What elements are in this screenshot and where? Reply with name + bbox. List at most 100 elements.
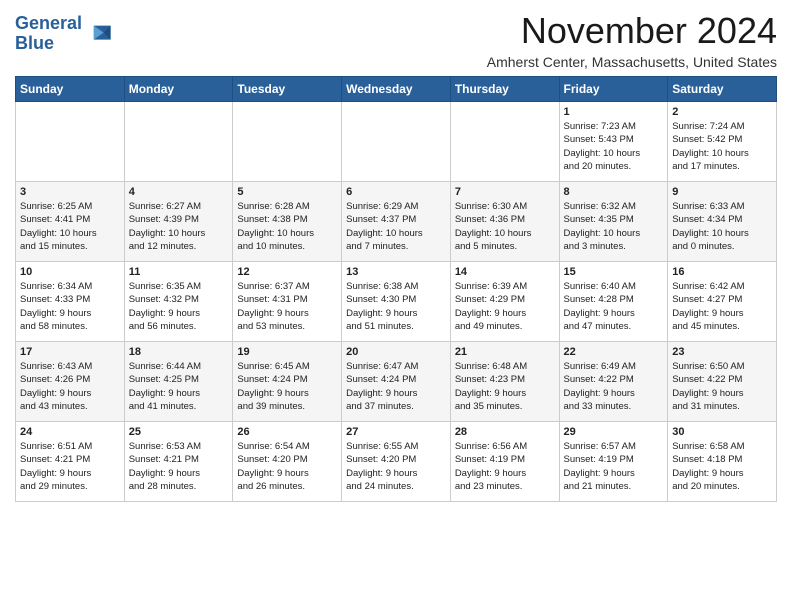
calendar-cell: 6Sunrise: 6:29 AM Sunset: 4:37 PM Daylig… [342, 182, 451, 262]
day-number: 15 [564, 266, 664, 278]
day-info: Sunrise: 6:54 AM Sunset: 4:20 PM Dayligh… [237, 440, 337, 493]
day-number: 9 [672, 186, 772, 198]
calendar-cell: 27 Sunrise: 6:55 AM Sunset: 4:20 PM Dayli… [342, 422, 451, 502]
day-info: Sunrise: 6:47 AM Sunset: 4:24 PM Dayligh… [346, 360, 446, 413]
day-number: 22 [564, 346, 664, 358]
calendar-week-row: 3 Sunrise: 6:25 AM Sunset: 4:41 PM Daylig… [16, 182, 777, 262]
calendar-cell: 15 Sunrise: 6:40 AM Sunset: 4:28 PM Dayli… [559, 262, 668, 342]
day-info: Sunrise: 6:56 AM Sunset: 4:19 PM Dayligh… [455, 440, 555, 493]
day-info: Sunrise: 6:51 AM Sunset: 4:21 PM Dayligh… [20, 440, 120, 493]
day-info: Sunrise: 6:40 AM Sunset: 4:28 PM Dayligh… [564, 280, 664, 333]
day-number: 10 [20, 266, 120, 278]
day-number: 8 [564, 186, 664, 198]
day-number: 14 [455, 266, 555, 278]
weekday-header: Sunday [16, 77, 125, 102]
day-info: Sunrise: 6:57 AM Sunset: 4:19 PM Dayligh… [564, 440, 664, 493]
logo-icon [84, 20, 112, 48]
day-info: Sunrise: 6:28 AM Sunset: 4:38 PM Dayligh… [237, 200, 337, 253]
day-info: Sunrise: 6:48 AM Sunset: 4:23 PM Dayligh… [455, 360, 555, 413]
calendar-cell: 16 Sunrise: 6:42 AM Sunset: 4:27 PM Dayli… [668, 262, 777, 342]
location: Amherst Center, Massachusetts, United St… [487, 54, 777, 70]
calendar-cell: 2 Sunrise: 7:24 AM Sunset: 5:42 PM Daylig… [668, 102, 777, 182]
calendar-cell [16, 102, 125, 182]
day-info: Sunrise: 6:33 AM Sunset: 4:34 PM Dayligh… [672, 200, 772, 253]
calendar-cell: 19Sunrise: 6:45 AM Sunset: 4:24 PM Dayli… [233, 342, 342, 422]
title-block: November 2024 Amherst Center, Massachuse… [487, 10, 777, 70]
weekday-header: Monday [124, 77, 233, 102]
day-info: Sunrise: 6:29 AM Sunset: 4:37 PM Dayligh… [346, 200, 446, 253]
day-info: Sunrise: 6:55 AM Sunset: 4:20 PM Dayligh… [346, 440, 446, 493]
day-info: Sunrise: 6:32 AM Sunset: 4:35 PM Dayligh… [564, 200, 664, 253]
calendar-cell: 8 Sunrise: 6:32 AM Sunset: 4:35 PM Daylig… [559, 182, 668, 262]
weekday-header: Thursday [450, 77, 559, 102]
day-info: Sunrise: 6:44 AM Sunset: 4:25 PM Dayligh… [129, 360, 229, 413]
day-number: 3 [20, 186, 120, 198]
calendar-cell: 3 Sunrise: 6:25 AM Sunset: 4:41 PM Daylig… [16, 182, 125, 262]
day-info: Sunrise: 7:23 AM Sunset: 5:43 PM Dayligh… [564, 120, 664, 173]
calendar-cell: 1 Sunrise: 7:23 AM Sunset: 5:43 PM Daylig… [559, 102, 668, 182]
logo-text: GeneralBlue [15, 14, 82, 54]
calendar-cell: 12Sunrise: 6:37 AM Sunset: 4:31 PM Dayli… [233, 262, 342, 342]
day-number: 24 [20, 426, 120, 438]
calendar-cell: 11 Sunrise: 6:35 AM Sunset: 4:32 PM Dayli… [124, 262, 233, 342]
calendar-week-row: 1 Sunrise: 7:23 AM Sunset: 5:43 PM Daylig… [16, 102, 777, 182]
day-number: 11 [129, 266, 229, 278]
calendar-cell: 30 Sunrise: 6:58 AM Sunset: 4:18 PM Dayli… [668, 422, 777, 502]
day-info: Sunrise: 6:34 AM Sunset: 4:33 PM Dayligh… [20, 280, 120, 333]
day-info: Sunrise: 6:27 AM Sunset: 4:39 PM Dayligh… [129, 200, 229, 253]
calendar-cell [342, 102, 451, 182]
weekday-header: Tuesday [233, 77, 342, 102]
calendar-cell [124, 102, 233, 182]
calendar-cell: 21 Sunrise: 6:48 AM Sunset: 4:23 PM Dayli… [450, 342, 559, 422]
day-info: Sunrise: 6:38 AM Sunset: 4:30 PM Dayligh… [346, 280, 446, 333]
day-number: 17 [20, 346, 120, 358]
day-info: Sunrise: 6:35 AM Sunset: 4:32 PM Dayligh… [129, 280, 229, 333]
calendar-body: 1 Sunrise: 7:23 AM Sunset: 5:43 PM Daylig… [16, 102, 777, 502]
day-info: Sunrise: 6:50 AM Sunset: 4:22 PM Dayligh… [672, 360, 772, 413]
day-number: 26 [237, 426, 337, 438]
day-number: 28 [455, 426, 555, 438]
day-number: 29 [564, 426, 664, 438]
calendar-cell: 10 Sunrise: 6:34 AM Sunset: 4:33 PM Dayli… [16, 262, 125, 342]
month-title: November 2024 [487, 10, 777, 52]
calendar-cell: 9 Sunrise: 6:33 AM Sunset: 4:34 PM Daylig… [668, 182, 777, 262]
day-info: Sunrise: 6:30 AM Sunset: 4:36 PM Dayligh… [455, 200, 555, 253]
calendar-cell: 13 Sunrise: 6:38 AM Sunset: 4:30 PM Dayli… [342, 262, 451, 342]
day-info: Sunrise: 7:24 AM Sunset: 5:42 PM Dayligh… [672, 120, 772, 173]
weekday-header: Saturday [668, 77, 777, 102]
calendar-cell: 26 Sunrise: 6:54 AM Sunset: 4:20 PM Dayli… [233, 422, 342, 502]
day-info: Sunrise: 6:43 AM Sunset: 4:26 PM Dayligh… [20, 360, 120, 413]
day-number: 16 [672, 266, 772, 278]
calendar-cell: 18 Sunrise: 6:44 AM Sunset: 4:25 PM Dayli… [124, 342, 233, 422]
calendar-header: SundayMondayTuesdayWednesdayThursdayFrid… [16, 77, 777, 102]
day-number: 1 [564, 106, 664, 118]
calendar-cell [450, 102, 559, 182]
day-number: 19 [237, 346, 337, 358]
day-info: Sunrise: 6:37 AM Sunset: 4:31 PM Dayligh… [237, 280, 337, 333]
day-number: 2 [672, 106, 772, 118]
calendar-cell: 14Sunrise: 6:39 AM Sunset: 4:29 PM Dayli… [450, 262, 559, 342]
day-number: 25 [129, 426, 229, 438]
day-number: 27 [346, 426, 446, 438]
day-number: 5 [237, 186, 337, 198]
day-number: 21 [455, 346, 555, 358]
day-info: Sunrise: 6:42 AM Sunset: 4:27 PM Dayligh… [672, 280, 772, 333]
calendar-cell: 25 Sunrise: 6:53 AM Sunset: 4:21 PM Dayli… [124, 422, 233, 502]
day-number: 18 [129, 346, 229, 358]
day-info: Sunrise: 6:58 AM Sunset: 4:18 PM Dayligh… [672, 440, 772, 493]
day-number: 4 [129, 186, 229, 198]
calendar-cell: 17 Sunrise: 6:43 AM Sunset: 4:26 PM Dayli… [16, 342, 125, 422]
day-info: Sunrise: 6:49 AM Sunset: 4:22 PM Dayligh… [564, 360, 664, 413]
calendar-week-row: 17 Sunrise: 6:43 AM Sunset: 4:26 PM Dayli… [16, 342, 777, 422]
calendar-cell: 20Sunrise: 6:47 AM Sunset: 4:24 PM Dayli… [342, 342, 451, 422]
day-info: Sunrise: 6:25 AM Sunset: 4:41 PM Dayligh… [20, 200, 120, 253]
calendar-cell: 4 Sunrise: 6:27 AM Sunset: 4:39 PM Daylig… [124, 182, 233, 262]
day-number: 13 [346, 266, 446, 278]
day-number: 23 [672, 346, 772, 358]
calendar-cell: 5 Sunrise: 6:28 AM Sunset: 4:38 PM Daylig… [233, 182, 342, 262]
calendar-cell [233, 102, 342, 182]
day-info: Sunrise: 6:53 AM Sunset: 4:21 PM Dayligh… [129, 440, 229, 493]
day-number: 30 [672, 426, 772, 438]
logo: GeneralBlue [15, 14, 112, 54]
weekday-header: Wednesday [342, 77, 451, 102]
